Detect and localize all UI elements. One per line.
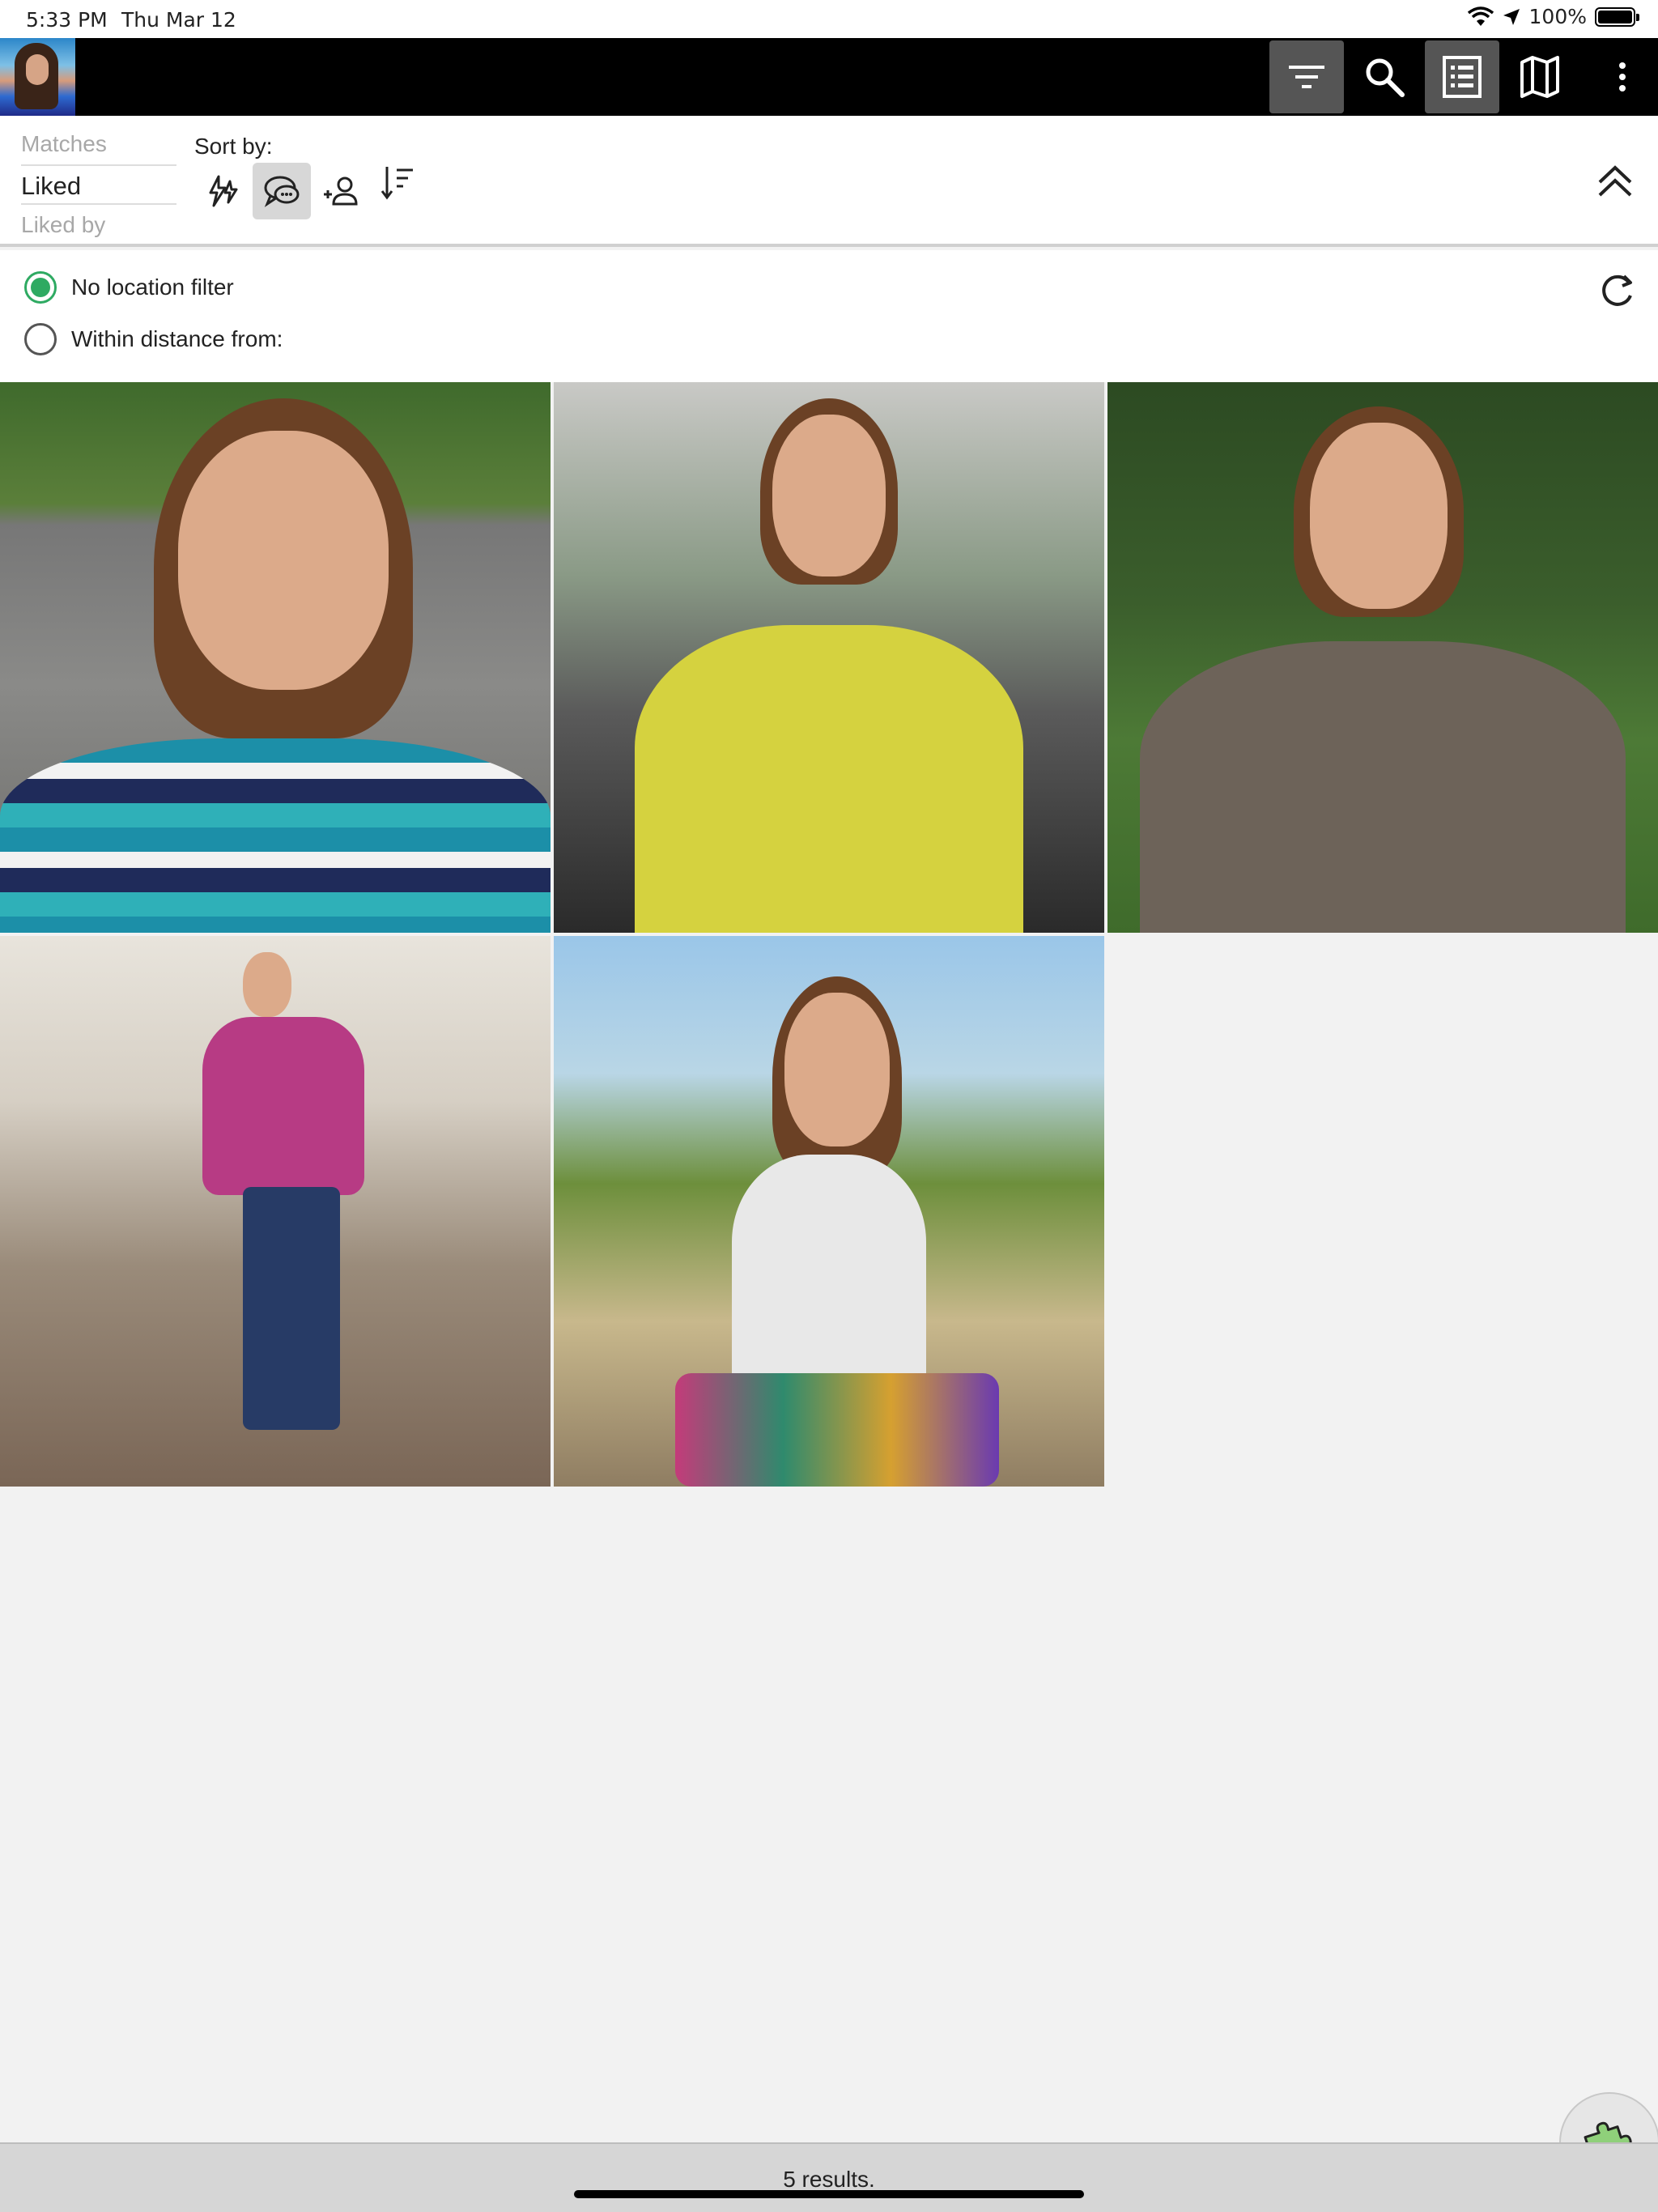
- picker-option-liked[interactable]: Liked: [21, 164, 176, 205]
- sort-added-button[interactable]: [311, 163, 369, 219]
- wifi-icon: [1467, 6, 1494, 26]
- status-date: Thu Mar 12: [121, 8, 236, 32]
- profile-photo[interactable]: [1107, 382, 1658, 933]
- sort-order-icon: [380, 167, 413, 200]
- radio-within-distance[interactable]: Within distance from:: [24, 323, 283, 355]
- location-arrow-icon: [1503, 8, 1520, 25]
- picker-option-liked-by[interactable]: Liked by: [21, 205, 176, 245]
- list-picker[interactable]: Matches Liked Liked by: [21, 124, 176, 245]
- location-filter: No location filter Within distance from:: [0, 250, 1658, 382]
- list-view-button[interactable]: [1425, 40, 1499, 113]
- picker-option-matches[interactable]: Matches: [21, 124, 176, 164]
- chat-icon: [264, 176, 300, 207]
- add-person-icon: [324, 177, 358, 206]
- map-icon: [1520, 56, 1559, 98]
- radio-button-checked[interactable]: [24, 271, 57, 304]
- search-button[interactable]: [1347, 40, 1422, 113]
- sort-activity-button[interactable]: [194, 163, 253, 219]
- radio-button-unchecked[interactable]: [24, 323, 57, 355]
- filter-bar: Matches Liked Liked by Sort by:: [0, 116, 1658, 247]
- search-icon: [1366, 58, 1405, 97]
- battery-percent: 100%: [1528, 5, 1587, 28]
- list-view-icon: [1443, 56, 1482, 98]
- sort-label: Sort by:: [194, 134, 273, 159]
- more-vert-icon: [1619, 62, 1626, 91]
- radio-no-location-label: No location filter: [71, 274, 234, 300]
- radio-no-location[interactable]: No location filter: [24, 271, 234, 304]
- user-avatar[interactable]: [0, 38, 75, 116]
- profile-photo[interactable]: [0, 936, 551, 1487]
- sort-order-button[interactable]: [369, 155, 427, 211]
- status-time: 5:33 PM: [26, 8, 108, 32]
- profile-photo[interactable]: [554, 936, 1104, 1487]
- activity-icon: [209, 175, 238, 207]
- profile-photo[interactable]: [554, 382, 1104, 933]
- filter-button[interactable]: [1269, 40, 1344, 113]
- more-options-button[interactable]: [1585, 40, 1658, 113]
- refresh-icon[interactable]: [1596, 271, 1637, 312]
- radio-within-distance-label: Within distance from:: [71, 326, 283, 351]
- results-count: 5 results.: [783, 2167, 875, 2192]
- home-indicator[interactable]: [574, 2190, 1084, 2198]
- battery-icon: [1595, 6, 1639, 27]
- map-button[interactable]: [1503, 40, 1577, 113]
- sort-chat-button[interactable]: [253, 163, 311, 219]
- status-bar: 5:33 PM Thu Mar 12 100%: [0, 0, 1658, 38]
- collapse-chevron-icon[interactable]: [1593, 161, 1637, 205]
- profile-photo[interactable]: [0, 382, 551, 933]
- bottom-results-bar: 5 results.: [0, 2142, 1658, 2212]
- filter-icon: [1289, 66, 1324, 88]
- top-toolbar: [0, 38, 1658, 116]
- status-right: 100%: [1467, 5, 1639, 28]
